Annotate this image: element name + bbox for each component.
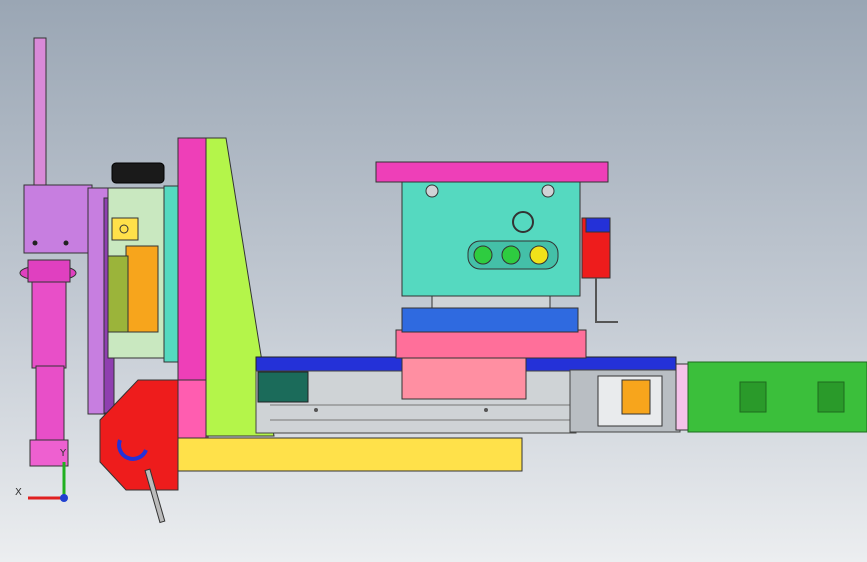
- teal-motor-cap: [257, 371, 309, 403]
- indicator-light-1: [473, 245, 493, 265]
- pink-slide-block: [401, 354, 527, 400]
- cad-viewport[interactable]: X Y: [0, 0, 867, 562]
- teal-upper-housing: [401, 181, 581, 297]
- rail-screw: [314, 408, 318, 412]
- olive-block: [107, 255, 129, 333]
- cylinder-body: [31, 279, 67, 369]
- vertical-rod: [33, 37, 47, 189]
- motor-slot: [817, 381, 845, 413]
- cable: [595, 278, 618, 323]
- cylinder-piston: [35, 365, 65, 445]
- triad-x-label: X: [15, 487, 22, 498]
- side-connector-cap: [585, 217, 611, 233]
- cad-assembly-drawing: [19, 37, 867, 524]
- head-screw: [32, 240, 38, 246]
- housing-bolt: [425, 184, 439, 198]
- housing-feet: [431, 295, 551, 309]
- coupling-orange: [621, 379, 651, 415]
- rail-screw: [484, 408, 488, 412]
- yellow-base-plate: [177, 437, 523, 472]
- triad-z-axis: [60, 494, 68, 502]
- black-knob: [111, 162, 165, 184]
- cylinder-collar: [27, 259, 71, 283]
- orange-sensor-block: [125, 245, 159, 333]
- blue-mount-plate: [401, 307, 579, 333]
- pink-plate-lower: [177, 379, 207, 441]
- housing-bolt: [541, 184, 555, 198]
- motor-slot: [739, 381, 767, 413]
- magenta-top-plate: [375, 161, 609, 183]
- triad-y-label: Y: [60, 448, 67, 459]
- indicator-light-3: [529, 245, 549, 265]
- head-screw: [63, 240, 69, 246]
- indicator-light-2: [501, 245, 521, 265]
- light-pink-plate: [395, 329, 587, 359]
- clip-screw: [119, 224, 129, 234]
